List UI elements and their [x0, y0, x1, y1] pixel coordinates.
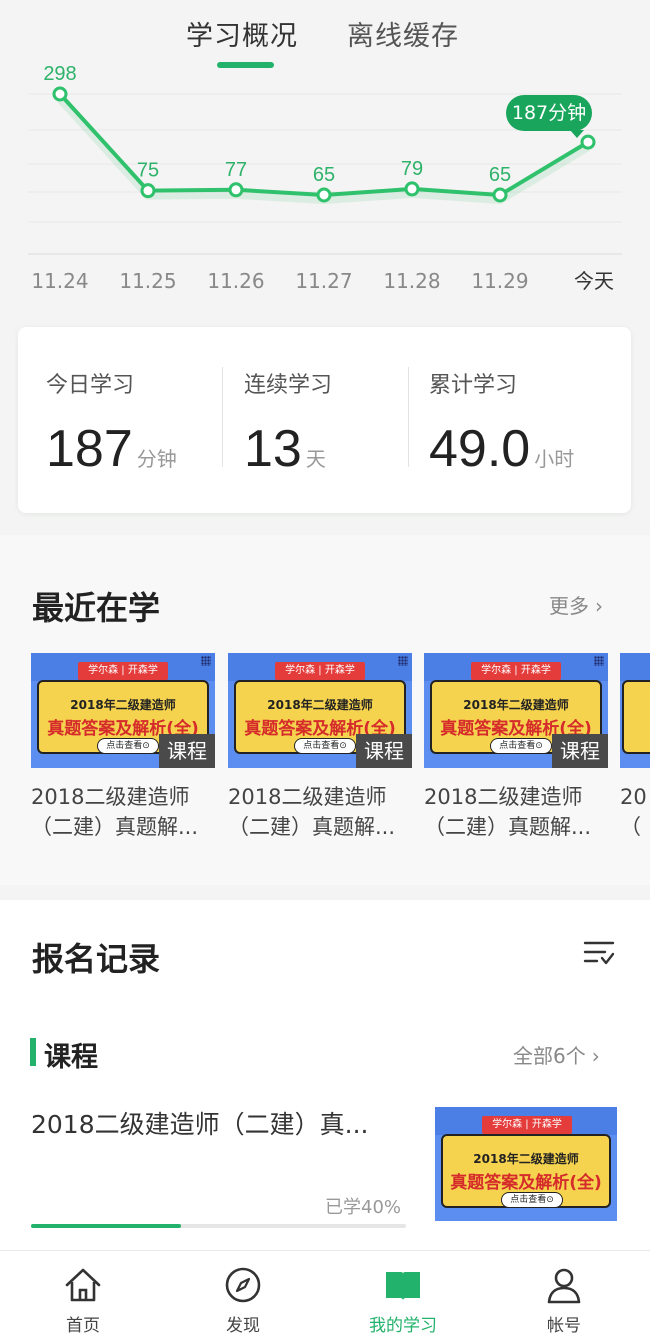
- divider: [222, 367, 223, 467]
- filter-icon[interactable]: [583, 939, 615, 967]
- thumb-ribbon: 学尔森 | 开森学: [78, 662, 168, 680]
- data-label: 79: [401, 158, 423, 180]
- recent-course-card[interactable]: 学尔森 | 开森学 2018年二级建造师 真题答案及解析(全) 点击查看⊙ 课程…: [228, 653, 412, 842]
- thumb-line1: 2018年二级建造师: [70, 698, 176, 712]
- nav-label: 发现: [226, 1316, 260, 1336]
- course-thumbnail: 学尔森 | 开森学 2018年二级建造师 真题答案及解析(全) 点击查看⊙: [435, 1107, 617, 1221]
- stat-label: 累计学习: [429, 373, 518, 398]
- x-tick-label: 11.29: [471, 269, 528, 293]
- stat-unit: 天: [305, 447, 326, 471]
- dots-decoration: [398, 656, 408, 666]
- book-icon: [386, 1272, 420, 1300]
- course-thumbnail: 学尔森 | 开森学 2018年二级建造师 真题答案及解析(全) 点击查看⊙ 课程: [31, 653, 215, 768]
- course-title: 2018二级建造师 （二建）真题解...: [424, 785, 592, 839]
- progress-bar: [31, 1224, 406, 1228]
- chevron-right-icon: ›: [595, 594, 603, 618]
- x-tick-label: 11.26: [207, 269, 264, 293]
- tab-study-overview[interactable]: 学习概况: [186, 14, 298, 53]
- data-point: [316, 187, 332, 203]
- enrolled-course-title[interactable]: 2018二级建造师（二建）真...: [31, 1105, 368, 1141]
- x-tick-label: 11.27: [295, 269, 352, 293]
- nav-label: 我的学习: [369, 1316, 437, 1336]
- data-point: [404, 181, 420, 197]
- enroll-section: 报名记录 课程 全部6个 › 2018二级建造师（二建）真... 已学40% 学尔…: [0, 900, 650, 1250]
- enroll-title: 报名记录: [32, 940, 161, 978]
- course-tag: 课程: [552, 734, 608, 768]
- recent-section: 最近在学 更多 › 学尔森 | 开森学 2018年二级建造师 真题答案及解析(全)…: [0, 535, 650, 885]
- stat-value: 49.0 小时: [429, 420, 575, 478]
- enrolled-course-thumbnail[interactable]: 学尔森 | 开森学 2018年二级建造师 真题答案及解析(全) 点击查看⊙: [435, 1107, 617, 1221]
- data-label: 298: [43, 63, 76, 85]
- divider: [408, 367, 409, 467]
- bottom-nav: 首页 发现 我的学习 帐号: [0, 1250, 650, 1343]
- course-title: 2018二级建造师 （二建）真题解...: [228, 785, 396, 839]
- data-point: [52, 86, 68, 102]
- recent-course-card[interactable]: 20 （: [620, 653, 650, 842]
- today-minutes-badge: 187分钟: [506, 95, 592, 138]
- thumb-ribbon: 学尔森 | 开森学: [482, 1116, 572, 1134]
- course-thumbnail: 学尔森 | 开森学 2018年二级建造师 真题答案及解析(全) 点击查看⊙ 课程: [424, 653, 608, 768]
- recent-course-card[interactable]: 学尔森 | 开森学 2018年二级建造师 真题答案及解析(全) 点击查看⊙ 课程…: [424, 653, 608, 842]
- thumb-button: 点击查看⊙: [294, 738, 356, 754]
- nav-my-study[interactable]: 我的学习: [343, 1251, 463, 1343]
- recent-title: 最近在学: [32, 589, 161, 627]
- data-point: [140, 183, 156, 199]
- more-link[interactable]: 更多 ›: [549, 590, 603, 619]
- thumb-line2: 真题答案及解析(全): [450, 1173, 602, 1193]
- nav-discover[interactable]: 发现: [183, 1251, 303, 1343]
- nav-account[interactable]: 帐号: [504, 1251, 624, 1343]
- progress-label: 已学40%: [325, 1197, 402, 1218]
- nav-home[interactable]: 首页: [23, 1251, 143, 1343]
- data-label: 75: [137, 160, 159, 182]
- x-tick-label: 11.25: [119, 269, 176, 293]
- course-thumbnail: 学尔森 | 开森学 2018年二级建造师 真题答案及解析(全) 点击查看⊙ 课程: [228, 653, 412, 768]
- data-label: 65: [313, 164, 335, 186]
- course-title: 2018二级建造师 （二建）真题解...: [31, 785, 199, 839]
- stat-unit: 分钟: [136, 447, 177, 471]
- course-thumbnail: [620, 653, 650, 768]
- compass-icon: [225, 1267, 261, 1303]
- course-title: 20 （: [620, 785, 647, 839]
- x-tick-label: 今天: [574, 269, 614, 293]
- category-accent-bar: [30, 1038, 36, 1066]
- nav-label: 帐号: [547, 1316, 581, 1336]
- nav-label: 首页: [66, 1316, 100, 1336]
- thumb-ribbon: 学尔森 | 开森学: [275, 662, 365, 680]
- thumb-line1: 2018年二级建造师: [473, 1152, 579, 1166]
- tab-offline-cache[interactable]: 离线缓存: [347, 14, 459, 53]
- thumb-line1: 2018年二级建造师: [463, 698, 569, 712]
- data-label: 77: [225, 159, 247, 181]
- x-tick-label: 11.28: [383, 269, 440, 293]
- thumb-button: 点击查看⊙: [501, 1192, 563, 1208]
- data-point: [492, 187, 508, 203]
- category-title: 课程: [44, 1042, 98, 1073]
- user-icon: [547, 1268, 581, 1304]
- thumb-ribbon: 学尔森 | 开森学: [471, 662, 561, 680]
- home-icon: [65, 1268, 101, 1302]
- all-courses-link[interactable]: 全部6个 ›: [513, 1040, 600, 1069]
- thumb-button: 点击查看⊙: [490, 738, 552, 754]
- dots-decoration: [201, 656, 211, 666]
- stat-label: 连续学习: [244, 373, 333, 398]
- chevron-right-icon: ›: [591, 1044, 600, 1068]
- stat-unit: 小时: [534, 447, 575, 471]
- x-tick-label: 11.24: [31, 269, 88, 293]
- dots-decoration: [594, 656, 604, 666]
- data-point: [228, 182, 244, 198]
- course-tag: 课程: [356, 734, 412, 768]
- stat-value: 187 分钟: [46, 420, 177, 478]
- data-label: 65: [489, 164, 511, 186]
- recent-course-card[interactable]: 学尔森 | 开森学 2018年二级建造师 真题答案及解析(全) 点击查看⊙ 课程…: [31, 653, 215, 842]
- stat-value: 13 天: [244, 420, 326, 478]
- progress-fill: [31, 1224, 181, 1228]
- course-tag: 课程: [159, 734, 215, 768]
- stat-label: 今日学习: [46, 373, 135, 398]
- thumb-line1: 2018年二级建造师: [267, 698, 373, 712]
- thumb-button: 点击查看⊙: [97, 738, 159, 754]
- stats-card: 今日学习 187 分钟 连续学习 13 天 累计学习 49.0 小时: [18, 327, 631, 513]
- study-line-chart: 298 11.24 75 11.25 77 11.26 65 11.27 79 11.28 65 11…: [0, 60, 650, 310]
